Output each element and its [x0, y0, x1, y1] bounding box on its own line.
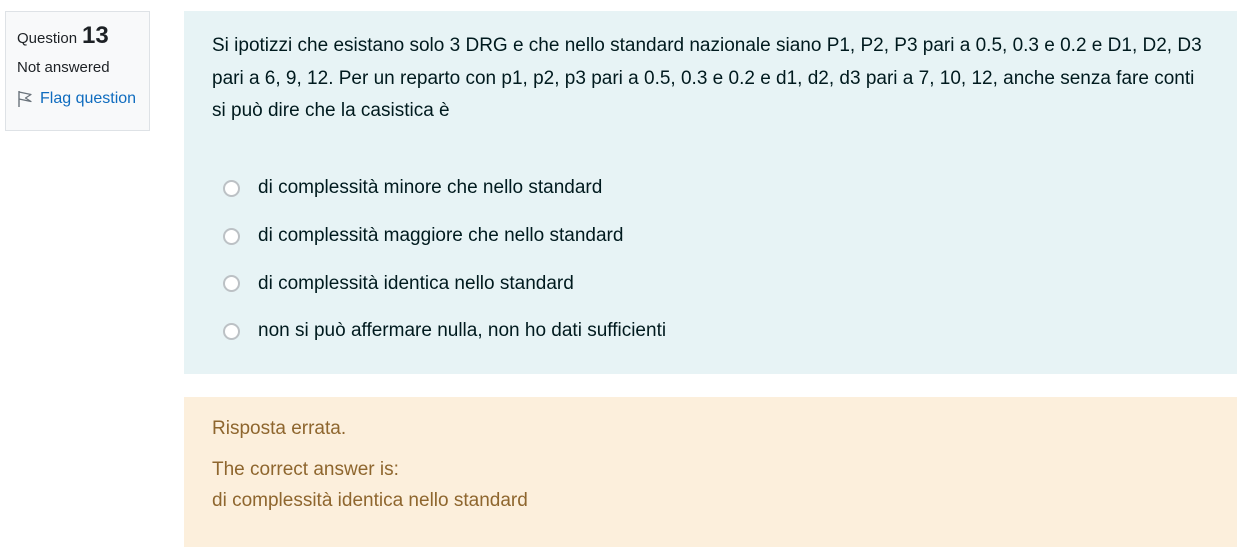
- correct-answer-text: di complessità identica nello standard: [212, 490, 528, 511]
- quiz-page: Question 13 Not answered Flag question S…: [0, 0, 1246, 559]
- radio-button[interactable]: [223, 322, 240, 340]
- feedback-verdict: Risposta errata.: [212, 418, 347, 439]
- question-number-heading: Question 13: [17, 22, 138, 52]
- flag-question-label: Flag question: [40, 90, 137, 107]
- answer-option[interactable]: di complessità maggiore che nello standa…: [212, 212, 1209, 260]
- answer-option-label: non si può affermare nulla, non ho dati …: [258, 320, 667, 342]
- answer-option[interactable]: di complessità minore che nello standard: [212, 165, 1209, 213]
- answer-option[interactable]: non si può affermare nulla, non ho dati …: [212, 308, 1209, 356]
- radio-button[interactable]: [223, 179, 240, 197]
- radio-button[interactable]: [223, 275, 240, 293]
- feedback-panel: Risposta errata. The correct answer is: …: [184, 397, 1237, 547]
- answer-option-label: di complessità identica nello standard: [258, 272, 574, 294]
- question-label: Question: [17, 30, 78, 47]
- answer-option[interactable]: di complessità identica nello standard: [212, 260, 1209, 308]
- answer-option-label: di complessità maggiore che nello standa…: [258, 225, 624, 247]
- answer-options: di complessità minore che nello standard…: [212, 165, 1209, 356]
- answer-option-label: di complessità minore che nello standard: [258, 177, 603, 199]
- question-number: 13: [82, 22, 109, 49]
- radio-button[interactable]: [223, 227, 240, 245]
- question-text: Si ipotizzi che esistano solo 3 DRG e ch…: [212, 35, 1202, 121]
- correct-answer-label: The correct answer is:: [212, 459, 399, 480]
- question-formulation: Si ipotizzi che esistano solo 3 DRG e ch…: [184, 11, 1237, 374]
- flag-question-link[interactable]: Flag question: [17, 90, 138, 108]
- flag-icon: [18, 91, 32, 107]
- question-state: Not answered: [17, 59, 110, 76]
- question-info-panel: Question 13 Not answered Flag question: [5, 11, 150, 131]
